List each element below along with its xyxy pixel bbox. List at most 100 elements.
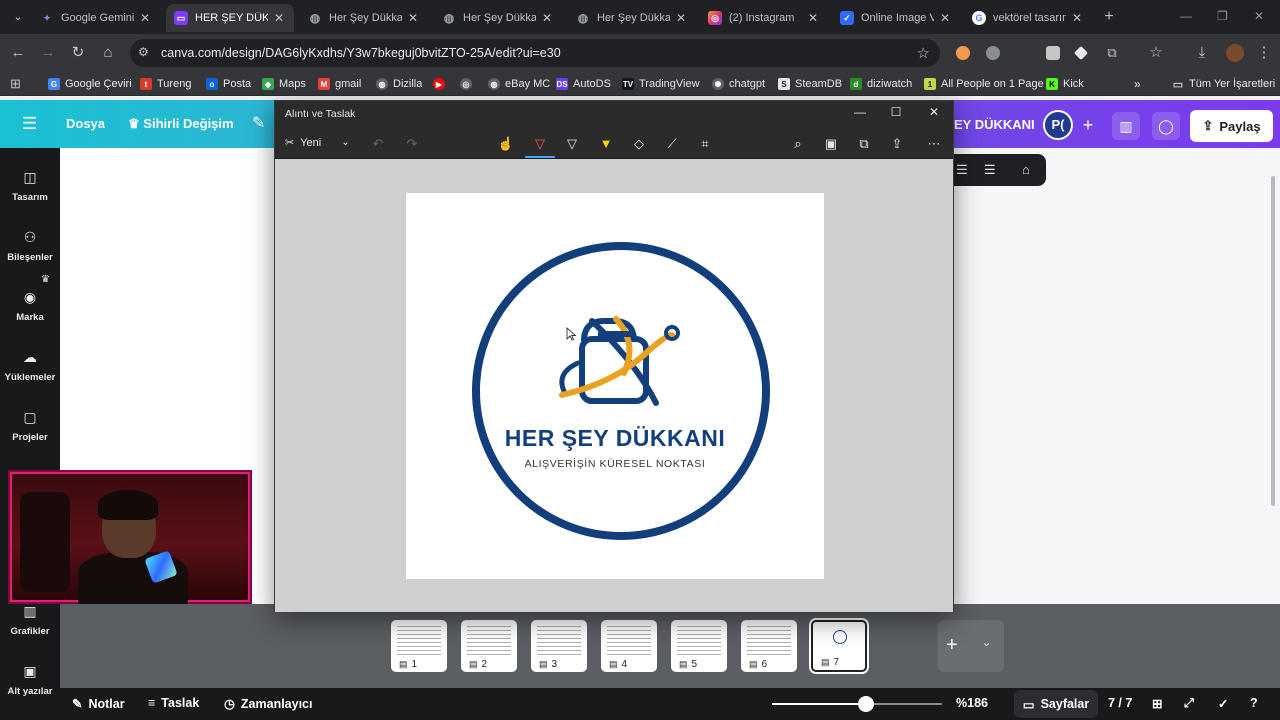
- bookmark-gmail[interactable]: Mgmail: [318, 76, 361, 92]
- bookmark-maps[interactable]: ◆ Maps: [262, 76, 306, 92]
- new-tab-button[interactable]: +: [1100, 8, 1118, 26]
- add-page-button[interactable]: + ⌄: [938, 620, 1004, 672]
- close-icon[interactable]: ✕: [806, 11, 820, 25]
- sidebar-item-projeler[interactable]: ▢ Projeler: [0, 408, 60, 458]
- home-icon[interactable]: ⌂: [98, 43, 118, 63]
- notes-button[interactable]: ✎ Notlar: [72, 696, 125, 712]
- tab-her-sey-dukkani[interactable]: ◍ Her Şey Dükkanı ✕: [568, 4, 696, 32]
- back-icon[interactable]: ←: [8, 43, 28, 63]
- touch-writing-icon[interactable]: ☝: [497, 135, 515, 153]
- redo-icon[interactable]: ↷: [403, 135, 421, 153]
- comment-icon[interactable]: ◯: [1152, 112, 1180, 140]
- page-thumbnail[interactable]: ▤ 3: [531, 620, 587, 672]
- zoom-slider-handle[interactable]: [857, 696, 874, 712]
- bookmark-google-ceviri[interactable]: G Google Çeviri: [48, 76, 132, 92]
- tab-her-sey-dukkani[interactable]: ◍ Her Şey Dükkanı ✕: [300, 4, 428, 32]
- insights-chart-icon[interactable]: ▥: [1112, 112, 1140, 140]
- outdent-icon[interactable]: ☰: [984, 162, 996, 178]
- profile-avatar[interactable]: [1226, 44, 1244, 62]
- fullscreen-icon[interactable]: ⤢: [1184, 696, 1194, 711]
- close-icon[interactable]: ✕: [1070, 11, 1084, 25]
- timer-button[interactable]: ◷ Zamanlayıcı: [224, 696, 313, 712]
- shield-icon[interactable]: [1046, 46, 1060, 60]
- maximize-icon[interactable]: ☐: [889, 105, 903, 119]
- download-icon[interactable]: ⤓: [1192, 43, 1212, 63]
- help-icon[interactable]: ?: [1250, 696, 1258, 710]
- bookmark-chatgpt[interactable]: ✺ chatgpt: [712, 76, 765, 92]
- highlighter-icon[interactable]: ▼: [597, 135, 615, 153]
- page-thumbnail-selected[interactable]: ▤ 7: [809, 618, 869, 674]
- close-icon[interactable]: ✕: [938, 11, 952, 25]
- sidebar-item-grafikler[interactable]: ▥ Grafikler: [0, 602, 60, 652]
- bookmark-dizilla[interactable]: ◍ Dizilla: [376, 76, 422, 92]
- pencil-icon[interactable]: ▽: [563, 135, 581, 153]
- tab-online-image[interactable]: ✓ Online Image Ve ✕: [832, 4, 960, 32]
- hamburger-menu-icon[interactable]: ☰: [22, 114, 37, 134]
- indent-icon[interactable]: ☰: [956, 162, 968, 178]
- new-snip-button[interactable]: ✂ Yeni ⌄: [285, 136, 350, 150]
- sidebar-item-marka[interactable]: ◉ Marka: [0, 288, 60, 338]
- design-title[interactable]: EY DÜKKANI: [954, 117, 1035, 132]
- save-icon[interactable]: ▣: [822, 135, 840, 153]
- grid-view-icon[interactable]: ⊞: [1152, 696, 1162, 711]
- snip-canvas[interactable]: HER ŞEY DÜKKANI ALIŞVERİŞİN KÜRESEL NOKT…: [275, 160, 953, 612]
- check-icon[interactable]: ✓: [1218, 696, 1228, 711]
- sidebar-item-tasarim[interactable]: ◫ Tasarım: [0, 168, 60, 218]
- close-icon[interactable]: ✕: [138, 11, 152, 25]
- edit-pencil-icon[interactable]: ✎: [252, 113, 265, 133]
- menu-icon[interactable]: ⋮: [1254, 43, 1274, 63]
- page-thumbnail[interactable]: ▤ 4: [601, 620, 657, 672]
- crop-icon[interactable]: ⌗: [696, 135, 714, 153]
- close-icon[interactable]: ✕: [406, 11, 420, 25]
- minimize-icon[interactable]: —: [1180, 9, 1192, 23]
- extension-icon[interactable]: [956, 46, 970, 60]
- address-bar[interactable]: ⚙ canva.com/design/DAG6lyKxdhs/Y3w7bkegu…: [130, 39, 940, 67]
- tab-search-icon[interactable]: ⌄: [8, 7, 28, 27]
- bookmark-all-bookmarks[interactable]: ▭ Tüm Yer İşaretleri: [1172, 76, 1275, 92]
- ballpoint-pen-icon[interactable]: ▽: [531, 135, 549, 153]
- bookmark-ebay-mc[interactable]: ◍ eBay MC: [488, 76, 550, 92]
- tab-instagram[interactable]: ◎ (2) Instagram ✕: [700, 4, 828, 32]
- undo-icon[interactable]: ↶: [369, 135, 387, 153]
- bookmark-target[interactable]: ◎: [460, 76, 477, 92]
- bookmark-diziwatch[interactable]: d diziwatch: [850, 76, 912, 92]
- page-thumbnail[interactable]: ▤ 6: [741, 620, 797, 672]
- close-window-icon[interactable]: ✕: [1254, 9, 1264, 23]
- bookmark-star-icon[interactable]: ☆: [917, 44, 930, 62]
- bookmark-steamdb[interactable]: S SteamDB: [778, 76, 842, 92]
- tab-vektorel-tasarim[interactable]: G vektörel tasarım ✕: [964, 4, 1092, 32]
- tab-google-gemini[interactable]: ✦ Google Gemini ✕: [32, 4, 160, 32]
- apps-icon[interactable]: ⊞: [10, 76, 21, 92]
- more-options-icon[interactable]: ⋯: [925, 135, 943, 153]
- sidebar-item-bilesenler[interactable]: ⚇ Bileşenler: [0, 228, 60, 278]
- page-counter[interactable]: 7 / 7: [1108, 696, 1132, 710]
- reload-icon[interactable]: ↻: [68, 43, 88, 63]
- site-info-icon[interactable]: ⚙: [138, 45, 149, 59]
- outline-button[interactable]: ≡ Taslak: [148, 696, 199, 710]
- bookmark-autods[interactable]: DS AutoDS: [556, 76, 611, 92]
- tab-canva-design[interactable]: ▭ HER ŞEY DÜKKANI ✕: [166, 4, 294, 32]
- page-thumbnail[interactable]: ▤ 2: [461, 620, 517, 672]
- page-thumbnail[interactable]: ▤ 1: [391, 620, 447, 672]
- tab-her-sey-dukkani[interactable]: ◍ Her Şey Dükkanı ✕: [434, 4, 562, 32]
- copy-icon[interactable]: ⧉: [855, 135, 873, 153]
- eraser-icon[interactable]: ◇: [630, 135, 648, 153]
- add-collaborator-icon[interactable]: +: [1076, 113, 1100, 137]
- share-icon[interactable]: ⇪: [888, 135, 906, 153]
- minimize-icon[interactable]: —: [853, 105, 867, 119]
- share-button[interactable]: ⇪ Paylaş: [1190, 110, 1273, 142]
- more-bookmarks-icon[interactable]: »: [1134, 76, 1141, 92]
- puzzle-icon[interactable]: ⧉: [1102, 43, 1122, 63]
- bookmark-tureng[interactable]: t Tureng: [140, 76, 191, 92]
- paint-roller-icon[interactable]: ⌂: [1022, 162, 1030, 177]
- close-icon[interactable]: ✕: [674, 11, 688, 25]
- ruler-icon[interactable]: ⟋: [663, 135, 681, 153]
- pages-button[interactable]: ▭ Sayfalar: [1014, 690, 1098, 718]
- zoom-level[interactable]: %186: [956, 696, 988, 710]
- close-icon[interactable]: ✕: [540, 11, 554, 25]
- magic-switch-button[interactable]: ♛ Sihirli Değişim: [128, 116, 234, 132]
- sidebar-item-yuklemeler[interactable]: ☁ Yüklemeler: [0, 348, 60, 398]
- vertical-scrollbar[interactable]: [1271, 176, 1275, 506]
- user-avatar[interactable]: P(: [1043, 110, 1073, 140]
- extension-icon[interactable]: [1073, 45, 1089, 61]
